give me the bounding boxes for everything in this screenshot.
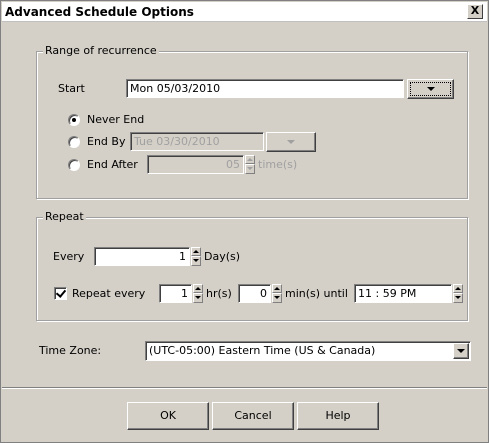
repeat-hours-value: 1 — [181, 287, 188, 300]
end-by-label[interactable]: End By — [87, 135, 125, 148]
every-days-unit-label: Day(s) — [204, 250, 241, 263]
end-by-dropdown-button[interactable] — [266, 132, 316, 152]
cancel-button[interactable]: Cancel — [212, 402, 294, 430]
button-separator — [2, 387, 487, 389]
title-bar: Advanced Schedule Options X — [2, 2, 487, 22]
start-label: Start — [58, 82, 85, 95]
time-zone-dropdown-button[interactable] — [453, 343, 469, 359]
end-after-spinner[interactable] — [245, 155, 255, 174]
never-end-label[interactable]: Never End — [87, 113, 144, 126]
dialog-title: Advanced Schedule Options — [5, 4, 194, 19]
repeat-group: Repeat Every 1 Day(s) Repeat every 1 hr(… — [36, 210, 468, 321]
close-button[interactable]: X — [467, 4, 483, 19]
repeat-mins-value: 0 — [260, 287, 267, 300]
spinner-down-icon[interactable] — [453, 293, 463, 303]
chevron-down-icon — [287, 140, 295, 144]
time-zone-label: Time Zone: — [39, 344, 102, 357]
repeat-hours-unit-label: hr(s) — [206, 287, 232, 300]
repeat-every-checkbox[interactable] — [54, 287, 67, 300]
start-date-dropdown-button[interactable] — [407, 79, 454, 99]
ok-button[interactable]: OK — [127, 402, 209, 430]
start-date-field[interactable]: Mon 05/03/2010 — [126, 79, 404, 98]
spinner-down-icon[interactable] — [272, 293, 282, 303]
range-of-recurrence-legend: Range of recurrence — [43, 44, 159, 57]
cancel-button-label: Cancel — [234, 409, 272, 422]
time-zone-value: (UTC-05:00) Eastern Time (US & Canada) — [149, 344, 376, 357]
end-after-unit-label: time(s) — [258, 158, 298, 171]
end-after-count-value: 05 — [226, 158, 240, 171]
repeat-until-time-value: 11 : 59 PM — [358, 287, 417, 300]
close-icon: X — [470, 4, 480, 17]
every-days-spinner[interactable] — [191, 247, 201, 266]
repeat-mins-field[interactable]: 0 — [238, 284, 271, 303]
end-after-count-field[interactable]: 05 — [147, 155, 244, 174]
spinner-down-icon[interactable] — [193, 293, 203, 303]
every-days-value: 1 — [179, 250, 186, 263]
advanced-schedule-dialog: Advanced Schedule Options X Range of rec… — [0, 0, 489, 443]
repeat-until-time-spinner[interactable] — [453, 284, 463, 303]
never-end-radio[interactable] — [68, 114, 80, 126]
end-by-radio[interactable] — [68, 136, 80, 148]
help-button-label: Help — [325, 409, 351, 422]
repeat-until-time-field[interactable]: 11 : 59 PM — [354, 284, 452, 303]
end-by-date-field[interactable]: Tue 03/30/2010 — [130, 132, 264, 151]
repeat-mins-spinner[interactable] — [272, 284, 282, 303]
end-after-radio[interactable] — [68, 159, 80, 171]
end-by-date-value: Tue 03/30/2010 — [134, 135, 220, 148]
repeat-mins-unit-label: min(s) until — [285, 287, 348, 300]
spinner-up-icon[interactable] — [272, 284, 282, 293]
spinner-up-icon[interactable] — [193, 284, 203, 293]
start-date-value: Mon 05/03/2010 — [130, 82, 221, 95]
repeat-legend: Repeat — [43, 210, 86, 223]
spinner-up-icon[interactable] — [453, 284, 463, 293]
chevron-down-icon — [457, 349, 465, 353]
repeat-hours-field[interactable]: 1 — [159, 284, 192, 303]
repeat-hours-spinner[interactable] — [193, 284, 203, 303]
spinner-up-icon[interactable] — [191, 247, 201, 256]
every-days-field[interactable]: 1 — [94, 247, 190, 266]
spinner-down-icon[interactable] — [245, 164, 255, 174]
chevron-down-icon — [426, 87, 435, 91]
help-button[interactable]: Help — [297, 402, 379, 430]
ok-button-label: OK — [160, 409, 176, 422]
spinner-down-icon[interactable] — [191, 256, 201, 266]
time-zone-select[interactable]: (UTC-05:00) Eastern Time (US & Canada) — [145, 341, 471, 361]
repeat-every-label[interactable]: Repeat every — [72, 287, 145, 300]
end-after-label[interactable]: End After — [87, 158, 138, 171]
spinner-up-icon[interactable] — [245, 155, 255, 164]
range-of-recurrence-group: Range of recurrence Start Mon 05/03/2010… — [36, 44, 468, 199]
every-label: Every — [53, 250, 85, 263]
